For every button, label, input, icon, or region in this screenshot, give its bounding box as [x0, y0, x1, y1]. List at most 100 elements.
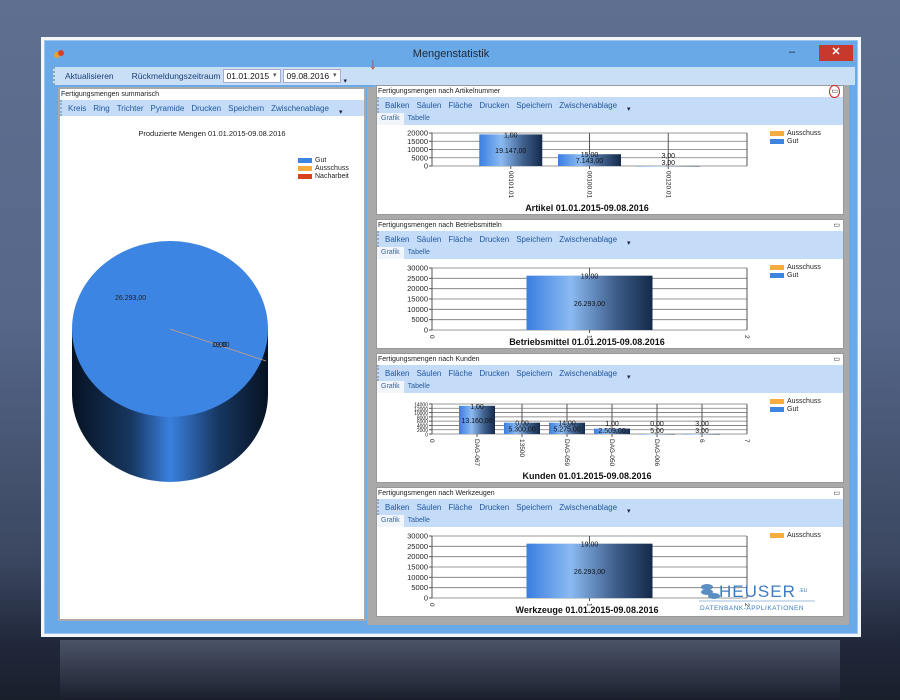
tab-tabelle[interactable]: Tabelle — [404, 113, 434, 125]
chevron-down-icon[interactable]: ▾ — [273, 71, 277, 79]
menu-item-zwischenablage[interactable]: Zwischenablage — [271, 104, 329, 113]
bar-label-gut: 26.293,00 — [574, 301, 605, 308]
minimize-button[interactable]: – — [781, 45, 803, 61]
collapse-icon[interactable]: ▭ — [833, 354, 840, 365]
menu-item-drucken[interactable]: Drucken — [479, 235, 509, 244]
splitter[interactable] — [367, 87, 375, 625]
pie-label-gut: 26.293,00 — [115, 295, 146, 302]
y-tick-label: 0 — [424, 594, 428, 603]
menu-item-ring[interactable]: Ring — [93, 104, 109, 113]
collapse-icon[interactable]: ▭ — [833, 220, 840, 231]
menu-item-säulen[interactable]: Säulen — [416, 101, 441, 110]
tab-grafik[interactable]: Grafik — [377, 247, 404, 259]
menu-item-fläche[interactable]: Fläche — [448, 503, 472, 512]
chart-title: Artikel 01.01.2015-09.08.2016 — [525, 203, 649, 213]
y-tick-label: 15000 — [407, 295, 428, 304]
x-tick-label: DAG-006 — [653, 439, 660, 466]
close-button[interactable]: ✕ — [819, 45, 853, 61]
menu-item-fläche[interactable]: Fläche — [448, 369, 472, 378]
bar-chart: 0 2000 4000 6000 8000 10000 12000 14000 13.160,0… — [377, 393, 843, 483]
menu-item-säulen[interactable]: Säulen — [416, 235, 441, 244]
chart-panel: Fertigungsmengen nach Artikelnummer ▭ Balk… — [376, 85, 844, 215]
bar-label-ausschuss: 3,00 — [661, 153, 675, 160]
menu-item-fläche[interactable]: Fläche — [448, 101, 472, 110]
bar-label-ausschuss: 1,00 — [504, 132, 518, 139]
bar-label-gut: 2.509,00 — [598, 428, 625, 435]
y-tick-label: 10000 — [407, 305, 428, 314]
y-tick-label: 5000 — [411, 583, 428, 592]
tab-tabelle[interactable]: Tabelle — [404, 515, 434, 527]
overflow-icon[interactable]: ▾ — [627, 105, 631, 113]
chart-type-menu: Kreis Ring Trichter Pyramide Drucken Speicher… — [60, 100, 364, 116]
menu-item-säulen[interactable]: Säulen — [416, 503, 441, 512]
menu-item-balken[interactable]: Balken — [385, 369, 409, 378]
overflow-icon[interactable]: ▾ — [627, 507, 631, 515]
chart-title: Kunden 01.01.2015-09.08.2016 — [522, 471, 652, 481]
menu-item-säulen[interactable]: Säulen — [416, 369, 441, 378]
date-from-value: 01.01.2015 — [226, 71, 270, 81]
menu-item-zwischenablage[interactable]: Zwischenablage — [559, 503, 617, 512]
chart-menu: Balken Säulen Fläche Drucken Speichern Zwisch… — [377, 231, 843, 247]
tab-grafik[interactable]: Grafik — [377, 113, 404, 125]
chart-title: Betriebsmittel 01.01.2015-09.08.2016 — [509, 337, 665, 347]
tab-grafik[interactable]: Grafik — [377, 515, 404, 527]
menu-item-drucken[interactable]: Drucken — [479, 369, 509, 378]
arrow-down-icon: ↓ — [369, 56, 377, 73]
menu-item-kreis[interactable]: Kreis — [68, 104, 86, 113]
menu-item-speichern[interactable]: Speichern — [516, 369, 552, 378]
legend-swatch — [298, 174, 312, 179]
legend-swatch — [770, 139, 784, 144]
legend-item: Gut — [298, 157, 349, 164]
chart-title: Produzierte Mengen 01.01.2015-09.08.2016 — [138, 129, 286, 138]
overflow-icon[interactable]: ▾ — [339, 108, 343, 116]
view-tabs: Grafik Tabelle — [377, 515, 843, 527]
date-to-picker[interactable]: 09.08.2016 ▾ — [282, 69, 341, 83]
date-from-picker[interactable]: 01.01.2015 ▾ — [222, 69, 281, 83]
menu-item-balken[interactable]: Balken — [385, 101, 409, 110]
menu-item-speichern[interactable]: Speichern — [228, 104, 264, 113]
menu-item-balken[interactable]: Balken — [385, 235, 409, 244]
menu-item-balken[interactable]: Balken — [385, 503, 409, 512]
legend-label: Ausschuss — [787, 264, 821, 271]
bar-label-ausschuss: 3,00 — [695, 421, 709, 428]
menu-item-fläche[interactable]: Fläche — [448, 235, 472, 244]
overflow-icon[interactable]: ▾ — [344, 77, 348, 85]
menu-item-drucken[interactable]: Drucken — [479, 503, 509, 512]
tab-tabelle[interactable]: Tabelle — [404, 381, 434, 393]
menu-item-zwischenablage[interactable]: Zwischenablage — [559, 369, 617, 378]
legend-label: Gut — [787, 272, 799, 279]
bar-chart: 0 5000 10000 15000 20000 25000 30000 26.293,00 1… — [377, 527, 843, 617]
detail-panels: Fertigungsmengen nach Artikelnummer ▭ Balk… — [375, 85, 849, 625]
panel-title-text: Fertigungsmengen nach Werkzeugen — [378, 490, 495, 497]
bar-label-ausschuss: 1,00 — [470, 404, 484, 411]
refresh-button[interactable]: Aktualisieren — [65, 71, 114, 81]
x-tick-label: 00101.01 — [507, 171, 514, 198]
menu-item-drucken[interactable]: Drucken — [479, 101, 509, 110]
overflow-icon[interactable]: ▾ — [627, 239, 631, 247]
tab-tabelle[interactable]: Tabelle — [404, 247, 434, 259]
menu-item-trichter[interactable]: Trichter — [117, 104, 144, 113]
collapse-icon[interactable]: ▭ — [829, 85, 840, 98]
chart-menu: Balken Säulen Fläche Drucken Speichern Zwisch… — [377, 97, 843, 113]
summary-panel: Fertigungsmengen summarisch Kreis Ring Tri… — [58, 87, 366, 621]
tab-grafik[interactable]: Grafik — [377, 381, 404, 393]
menu-item-speichern[interactable]: Speichern — [516, 235, 552, 244]
legend-item: Nacharbeit — [298, 173, 349, 180]
menu-item-zwischenablage[interactable]: Zwischenablage — [559, 235, 617, 244]
x-tick-label: DAG-059 — [563, 439, 570, 466]
chevron-down-icon[interactable]: ▾ — [333, 71, 337, 79]
chart-panel: Fertigungsmengen nach Kunden ▭ Balken Säule… — [376, 353, 844, 483]
menu-item-speichern[interactable]: Speichern — [516, 101, 552, 110]
collapse-icon[interactable]: ▭ — [833, 488, 840, 499]
chart-menu: Balken Säulen Fläche Drucken Speichern Zwisch… — [377, 365, 843, 381]
legend-swatch — [770, 273, 784, 278]
y-tick-label: 25000 — [407, 274, 428, 283]
x-tick-label: 0 — [428, 439, 435, 443]
menu-item-pyramide[interactable]: Pyramide — [151, 104, 185, 113]
menu-item-drucken[interactable]: Drucken — [191, 104, 221, 113]
menu-item-speichern[interactable]: Speichern — [516, 503, 552, 512]
menu-item-zwischenablage[interactable]: Zwischenablage — [559, 101, 617, 110]
overflow-icon[interactable]: ▾ — [627, 373, 631, 381]
panel-title-text: Fertigungsmengen nach Artikelnummer — [378, 88, 501, 95]
legend-label: Ausschuss — [787, 130, 821, 137]
